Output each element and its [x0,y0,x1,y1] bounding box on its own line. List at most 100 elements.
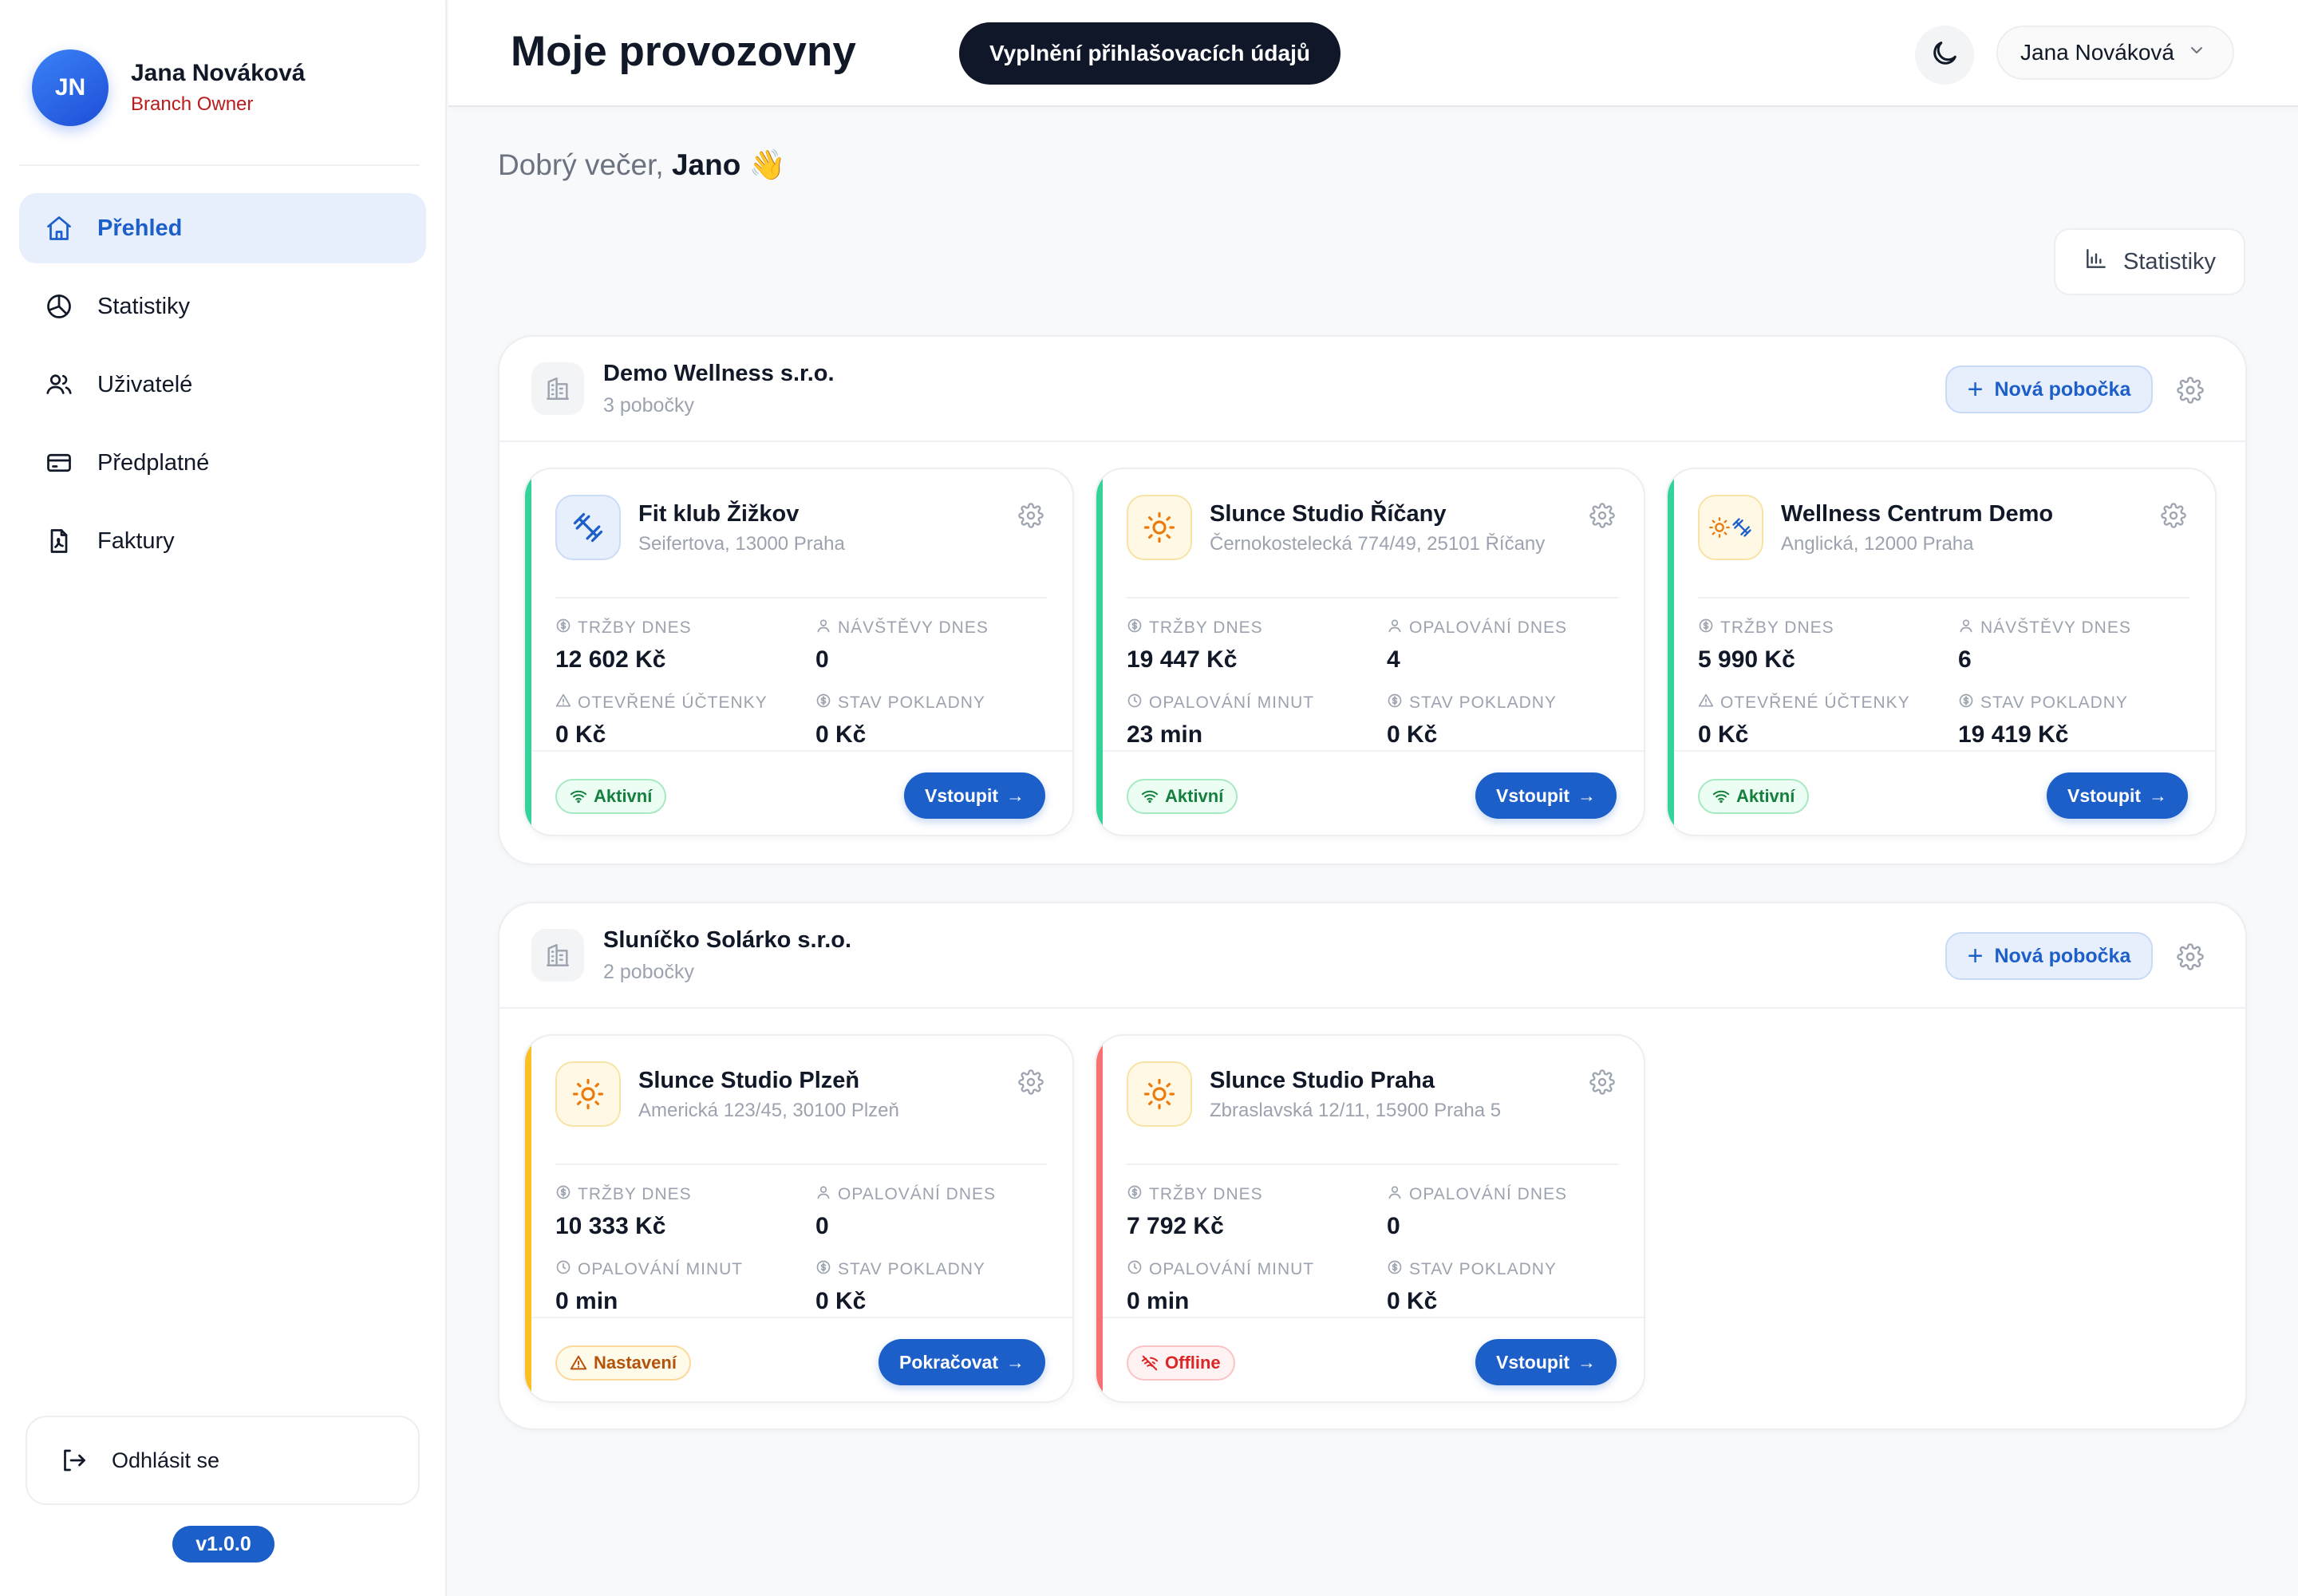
user-icon [1387,1184,1409,1205]
status-badge: Aktivní [555,779,667,814]
metric-value: 12 602 Kč [555,646,666,673]
arrow-right-icon: → [1006,784,1025,806]
metric-label: NÁVŠTĚVY DNES [838,618,989,637]
user-menu-label: Jana Nováková [2020,40,2175,65]
metric-label: STAV POKLADNY [1980,693,2128,712]
status-accent-bar [525,469,531,835]
sidebar-item-uzivatele[interactable]: Uživatelé [19,350,426,420]
card-divider [555,597,1047,598]
branch-settings-gear-icon[interactable] [1018,1069,1044,1095]
metric-value: 0 Kč [815,1288,867,1314]
wifi-icon [570,788,594,805]
branch-name: Slunce Studio Plzeň [638,1068,860,1093]
dumbbell-icon [555,495,621,560]
sidebar-item-label: Statistiky [97,293,191,319]
warning-icon [570,1354,594,1372]
status-label: Offline [1165,1353,1221,1373]
logout-button[interactable]: Odhlásit se [26,1416,420,1505]
dollar-icon [555,1184,578,1205]
user-icon [1387,618,1409,638]
metric: OPALOVÁNÍ MINUT 0 min [555,1259,743,1315]
metric: TRŽBY DNES 5 990 Kč [1698,618,1834,674]
chevron-down-icon [2174,40,2206,65]
profile-name: Jana Nováková [131,60,306,86]
user-icon [815,618,838,638]
sidebar-item-label: Faktury [97,527,175,554]
arrow-right-icon: → [2149,784,2167,806]
branch-count: 3 pobočky [603,394,694,417]
company-settings-gear-icon[interactable] [2177,943,2204,970]
new-branch-button[interactable]: + Nová pobočka [1945,932,2153,980]
metric-value: 4 [1387,646,1400,673]
card-divider [1127,1163,1618,1165]
dollar-icon [815,1259,838,1280]
pie-chart-icon [45,292,73,321]
metric: OPALOVÁNÍ MINUT 0 min [1127,1259,1314,1315]
metric-value: 19 419 Kč [1958,721,2069,748]
metric: STAV POKLADNY 19 419 Kč [1958,693,2128,749]
profile-role: Branch Owner [131,93,254,115]
status-accent-bar [1668,469,1674,835]
enter-branch-button[interactable]: Vstoupit → [1475,1339,1617,1385]
status-badge: Aktivní [1127,779,1238,814]
clock-icon [555,1259,578,1280]
enter-branch-button[interactable]: Vstoupit → [1475,772,1617,819]
branch-address: Zbraslavská 12/11, 15900 Praha 5 [1210,1100,1502,1121]
new-branch-button[interactable]: + Nová pobočka [1945,365,2153,413]
sidebar-item-prehled[interactable]: Přehled [19,193,426,263]
company-settings-gear-icon[interactable] [2177,377,2204,404]
enter-button-label: Pokračovat [898,1351,998,1373]
statistics-button-label: Statistiky [2122,248,2217,275]
sun-icon [1127,495,1192,560]
metric-value: 0 Kč [555,721,606,748]
metric-value: 0 min [1127,1288,1190,1314]
metric: TRŽBY DNES 12 602 Kč [555,618,692,674]
users-icon [45,370,73,399]
metric-value: 19 447 Kč [1127,646,1238,673]
metric: STAV POKLADNY 0 Kč [1387,693,1557,749]
enter-branch-button[interactable]: Vstoupit → [904,772,1045,819]
arrow-right-icon: → [1577,784,1596,806]
sidebar-item-faktury[interactable]: Faktury [19,506,426,576]
arrow-right-icon: → [1577,1351,1596,1373]
sidebar-item-label: Uživatelé [97,371,193,397]
branch-settings-gear-icon[interactable] [1589,1069,1615,1095]
statistics-button[interactable]: Statistiky [2054,228,2245,295]
sun-icon [1127,1061,1192,1127]
branch-settings-gear-icon[interactable] [1018,503,1044,528]
sidebar-item-statistiky[interactable]: Statistiky [19,271,426,342]
avatar: JN [32,49,109,126]
theme-toggle-button[interactable] [1915,26,1974,85]
branch-settings-gear-icon[interactable] [2161,503,2186,528]
page-title: Moje provozovny [511,28,856,75]
branch-address: Černokostelecká 774/49, 25101 Říčany [1210,533,1546,555]
metric: TRŽBY DNES 19 447 Kč [1127,618,1263,674]
dollar-icon [1958,693,1980,713]
metric: STAV POKLADNY 0 Kč [815,693,985,749]
invoice-icon [45,527,73,555]
card-footer-divider [531,1317,1072,1318]
greeting-prefix: Dobrý večer, [498,148,664,181]
arrow-right-icon: → [1006,1351,1025,1373]
user-icon [1958,618,1980,638]
status-badge: Aktivní [1698,779,1810,814]
credentials-button[interactable]: Vyplnění přihlašovacích údajů [959,22,1340,85]
user-menu-dropdown[interactable]: Jana Nováková [1996,26,2234,80]
greeting: Dobrý večer, Jano 👋 [498,148,786,183]
branch-name: Fit klub Žižkov [638,501,800,527]
metric-label: STAV POKLADNY [1409,1260,1557,1278]
enter-branch-button[interactable]: Pokračovat → [878,1339,1045,1385]
status-accent-bar [1096,1036,1103,1401]
dollar-icon [1127,618,1149,638]
branch-settings-gear-icon[interactable] [1589,503,1615,528]
dollar-icon [1127,1184,1149,1205]
metric: STAV POKLADNY 0 Kč [1387,1259,1557,1315]
status-label: Aktivní [1165,786,1224,806]
metric-value: 0 Kč [1387,721,1438,748]
sidebar-item-predplatne[interactable]: Předplatné [19,428,426,498]
status-label: Aktivní [1736,786,1795,806]
plus-icon: + [1967,941,1984,971]
enter-branch-button[interactable]: Vstoupit → [2047,772,2188,819]
metric: OPALOVÁNÍ DNES 4 [1387,618,1567,674]
bar-chart-icon [2083,246,2123,278]
